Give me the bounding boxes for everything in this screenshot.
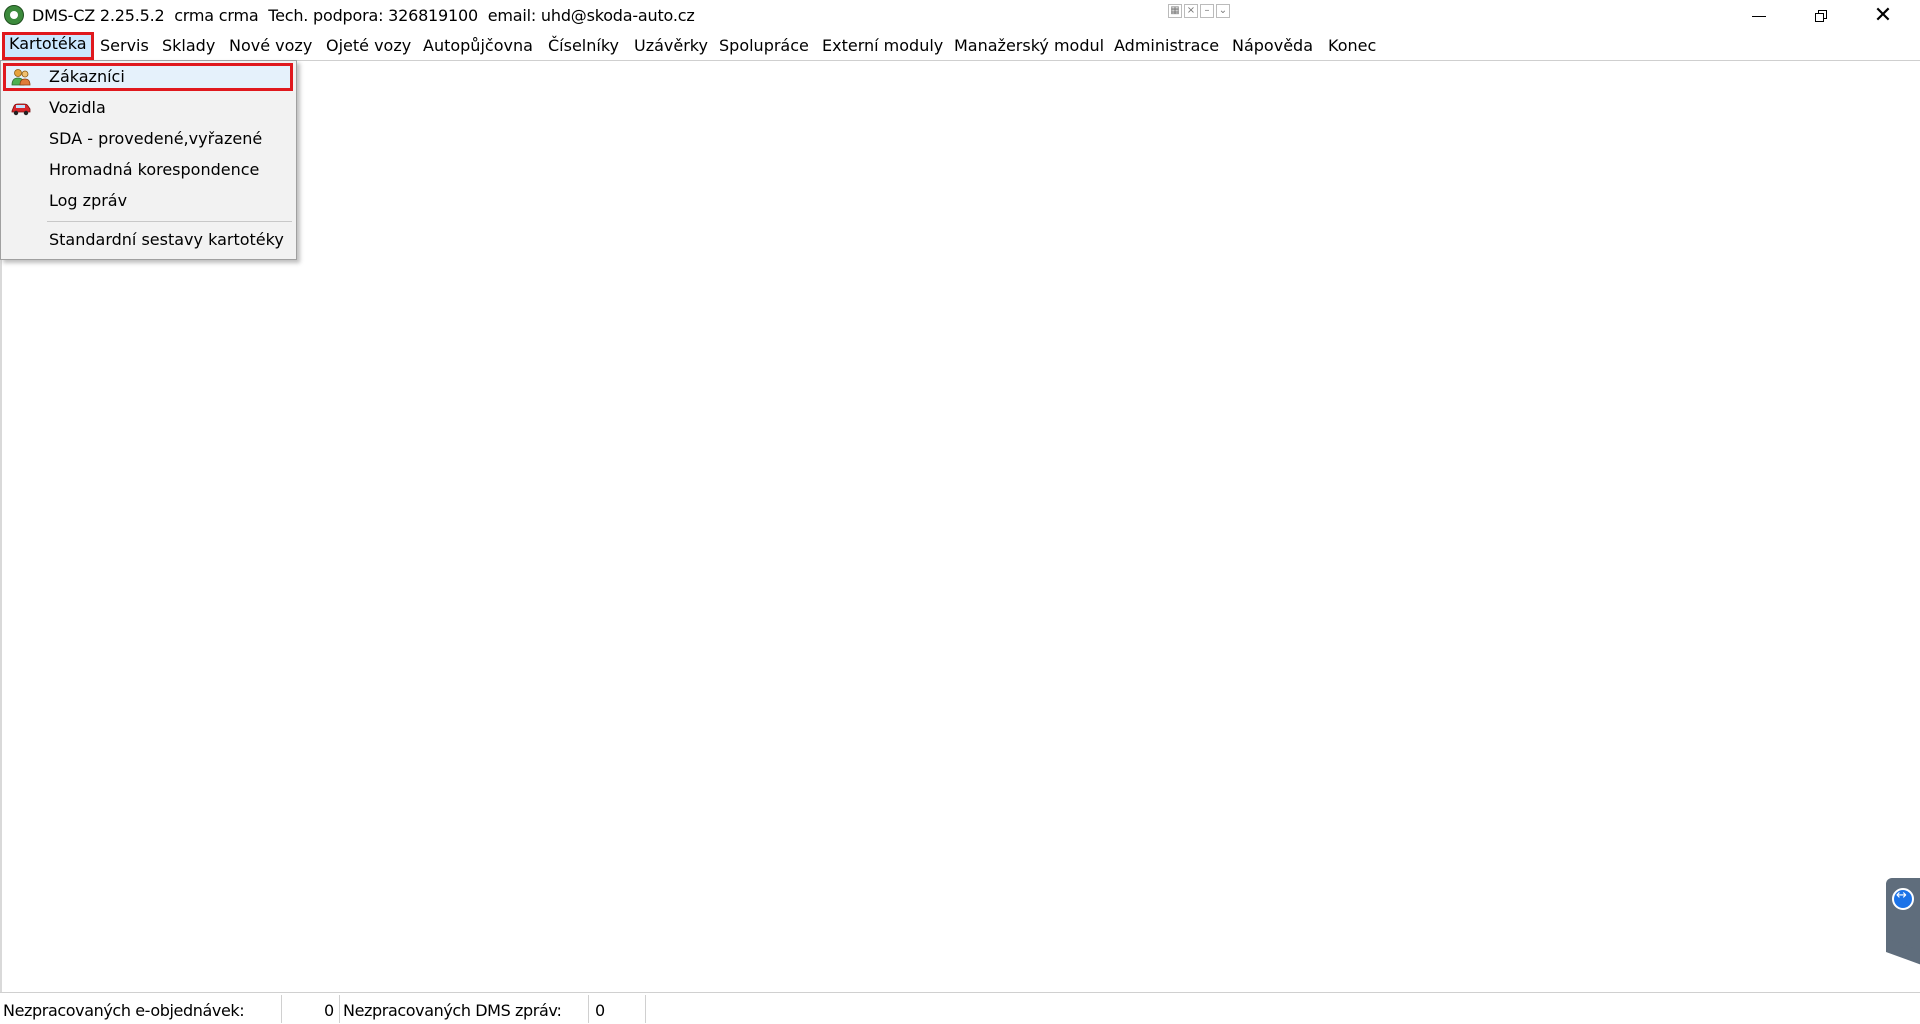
menu-item-sda[interactable]: SDA - provedené,vyřazené [3, 125, 293, 153]
menu-item-label: Zákazníci [49, 67, 125, 86]
status-divider [645, 995, 646, 1023]
menu-manazersky-modul[interactable]: Manažerský modul [954, 34, 1104, 58]
status-divider [281, 995, 282, 1023]
pin-icon[interactable]: × [1184, 4, 1198, 18]
menu-nove-vozy[interactable]: Nové vozy [229, 34, 312, 58]
menu-item-log-zprav[interactable]: Log zpráv [3, 187, 293, 215]
window-title: DMS-CZ 2.25.5.2 crma crma Tech. podpora:… [32, 6, 695, 25]
menu-kartoteka[interactable]: Kartotéka [2, 32, 94, 60]
menu-napoveda[interactable]: Nápověda [1232, 34, 1313, 58]
car-icon [11, 103, 31, 116]
grid-icon[interactable]: ▦ [1168, 4, 1182, 18]
skoda-logo-icon [4, 5, 24, 25]
status-divider [588, 995, 589, 1023]
close-button[interactable]: ✕ [1852, 0, 1914, 32]
menu-autopujcovna[interactable]: Autopůjčovna [423, 34, 533, 58]
menu-bar: Kartotéka Servis Sklady Nové vozy Ojeté … [0, 32, 1920, 61]
menu-item-hromadna-korespondence[interactable]: Hromadná korespondence [3, 156, 293, 184]
menu-item-label: Vozidla [49, 98, 106, 117]
menu-sklady[interactable]: Sklady [162, 34, 215, 58]
menu-servis[interactable]: Servis [100, 34, 149, 58]
menu-separator [47, 221, 292, 222]
status-bar: Nezpracovaných e-objednávek: 0 Nezpracov… [0, 992, 1920, 1024]
title-bar: DMS-CZ 2.25.5.2 crma crma Tech. podpora:… [0, 0, 1920, 32]
status-divider [339, 995, 340, 1023]
menu-externi-moduly[interactable]: Externí moduly [822, 34, 943, 58]
close-icon: ✕ [1873, 3, 1893, 28]
eorders-count: 0 [324, 1001, 334, 1020]
menu-item-vozidla[interactable]: Vozidla [3, 94, 293, 122]
title-mini-controls[interactable]: ▦ × – ⌄ [1168, 2, 1230, 20]
minimize-button[interactable] [1728, 0, 1790, 32]
menu-item-label: Standardní sestavy kartotéky [49, 230, 284, 249]
menu-item-label: SDA - provedené,vyřazené [49, 129, 263, 148]
chevron-down-icon[interactable]: ⌄ [1216, 4, 1230, 18]
menu-spoluprace[interactable]: Spolupráce [719, 34, 809, 58]
menu-ciselniky[interactable]: Číselníky [548, 34, 619, 58]
minimize-icon [1752, 15, 1766, 17]
kartoteka-dropdown: Zákazníci Vozidla SDA - provedené,vyřaze… [0, 60, 297, 260]
dms-count: 0 [595, 1001, 605, 1020]
menu-item-zakaznici[interactable]: Zákazníci [3, 63, 293, 91]
menu-ojete-vozy[interactable]: Ojeté vozy [326, 34, 411, 58]
menu-uzaverky[interactable]: Uzávěrky [634, 34, 708, 58]
restore-icon [1815, 10, 1827, 22]
teamviewer-icon [1892, 888, 1914, 910]
restore-button[interactable] [1790, 0, 1852, 32]
menu-item-label: Hromadná korespondence [49, 160, 260, 179]
remote-support-tab[interactable] [1886, 878, 1920, 952]
dash-icon[interactable]: – [1200, 4, 1214, 18]
menu-konec[interactable]: Konec [1328, 34, 1376, 58]
eorders-label: Nezpracovaných e-objednávek: [3, 1001, 245, 1020]
menu-item-standardni-sestavy[interactable]: Standardní sestavy kartotéky [3, 226, 293, 254]
menu-administrace[interactable]: Administrace [1114, 34, 1219, 58]
dms-label: Nezpracovaných DMS zpráv: [343, 1001, 562, 1020]
customers-icon [11, 69, 31, 86]
menu-item-label: Log zpráv [49, 191, 128, 210]
